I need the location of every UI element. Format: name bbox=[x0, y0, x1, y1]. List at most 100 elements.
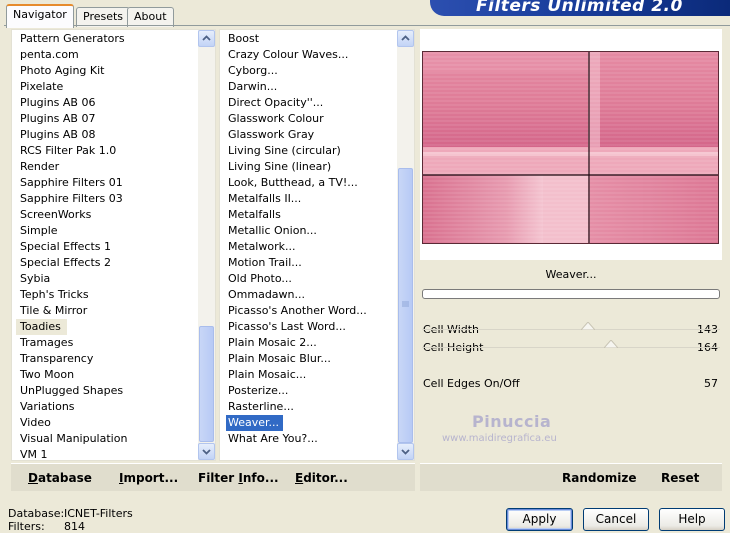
category-item[interactable]: Simple bbox=[12, 223, 198, 239]
category-item[interactable]: Pixelate bbox=[12, 79, 198, 95]
filter-info-button[interactable]: Filter Info... bbox=[198, 471, 279, 485]
category-scroll-up-button[interactable] bbox=[198, 30, 215, 47]
category-item[interactable]: Photo Aging Kit bbox=[12, 63, 198, 79]
randomize-button[interactable]: Randomize bbox=[562, 471, 636, 485]
filter-item[interactable]: What Are You?... bbox=[220, 431, 397, 447]
filter-row: Glasswork Colour bbox=[220, 111, 397, 127]
category-list[interactable]: Pattern Generators penta.com Photo Aging K… bbox=[11, 29, 216, 461]
filter-item[interactable]: Posterize... bbox=[220, 383, 397, 399]
filter-item[interactable]: Direct Opacity''... bbox=[220, 95, 397, 111]
category-item[interactable]: Sapphire Filters 03 bbox=[12, 191, 198, 207]
filter-item[interactable]: Metalfalls II... bbox=[220, 191, 397, 207]
category-row: Two Moon bbox=[12, 367, 198, 383]
filter-scroll-thumb[interactable] bbox=[398, 168, 413, 443]
tab-presets[interactable]: Presets bbox=[76, 7, 131, 27]
filter-scroll-up-button[interactable] bbox=[397, 30, 414, 47]
button-label: atabase bbox=[37, 471, 92, 485]
filter-item[interactable]: Weaver... bbox=[226, 415, 284, 431]
category-item[interactable]: Plugins AB 07 bbox=[12, 111, 198, 127]
filter-item[interactable]: Metallic Onion... bbox=[220, 223, 397, 239]
filter-row: Plain Mosaic 2... bbox=[220, 335, 397, 351]
category-item[interactable]: Pattern Generators bbox=[12, 31, 198, 47]
filter-item[interactable]: Old Photo... bbox=[220, 271, 397, 287]
chevron-up-icon bbox=[401, 35, 410, 41]
help-button[interactable]: Help bbox=[659, 508, 725, 531]
category-item[interactable]: Render bbox=[12, 159, 198, 175]
filter-item[interactable]: Look, Butthead, a TV!... bbox=[220, 175, 397, 191]
filter-item[interactable]: Cyborg... bbox=[220, 63, 397, 79]
category-item[interactable]: Visual Manipulation bbox=[12, 431, 198, 447]
category-row: Render bbox=[12, 159, 198, 175]
apply-button[interactable]: Apply bbox=[506, 508, 573, 531]
category-item[interactable]: ScreenWorks bbox=[12, 207, 198, 223]
filter-list[interactable]: Boost Crazy Colour Waves... Cyborg... Darwi… bbox=[219, 29, 415, 461]
category-item[interactable]: Tramages bbox=[12, 335, 198, 351]
filter-row: Ommadawn... bbox=[220, 287, 397, 303]
category-item[interactable]: Two Moon bbox=[12, 367, 198, 383]
param-row-empty bbox=[420, 411, 722, 429]
filter-item[interactable]: Plain Mosaic Blur... bbox=[220, 351, 397, 367]
cancel-button[interactable]: Cancel bbox=[583, 508, 649, 531]
category-item[interactable]: Plugins AB 06 bbox=[12, 95, 198, 111]
category-item[interactable]: VM 1 bbox=[12, 447, 198, 460]
param-row-empty bbox=[420, 393, 722, 411]
filter-item[interactable]: Picasso's Last Word... bbox=[220, 319, 397, 335]
list-action-bar: Database Import... Filter Info... Editor… bbox=[11, 463, 415, 491]
category-row: RCS Filter Pak 1.0 bbox=[12, 143, 198, 159]
tab-about[interactable]: About bbox=[127, 7, 174, 27]
category-item[interactable]: Sapphire Filters 01 bbox=[12, 175, 198, 191]
category-item[interactable]: Toadies bbox=[16, 319, 67, 335]
filter-item[interactable]: Living Sine (linear) bbox=[220, 159, 397, 175]
cell-width-slider[interactable] bbox=[420, 321, 722, 339]
filter-item[interactable]: Rasterline... bbox=[220, 399, 397, 415]
filter-item[interactable]: Metalwork... bbox=[220, 239, 397, 255]
mnemonic: D bbox=[28, 471, 38, 485]
filter-scrollbar[interactable] bbox=[397, 30, 414, 460]
filter-item[interactable]: Metalfalls bbox=[220, 207, 397, 223]
slider-track bbox=[422, 347, 720, 348]
slider-thumb-icon[interactable] bbox=[581, 322, 596, 330]
category-scroll-down-button[interactable] bbox=[198, 443, 215, 460]
filter-item[interactable]: Darwin... bbox=[220, 79, 397, 95]
category-item[interactable]: Sybia bbox=[12, 271, 198, 287]
filter-row: Darwin... bbox=[220, 79, 397, 95]
category-item[interactable]: Variations bbox=[12, 399, 198, 415]
category-item[interactable]: UnPlugged Shapes bbox=[12, 383, 198, 399]
filter-row: Living Sine (circular) bbox=[220, 143, 397, 159]
category-item[interactable]: Tile & Mirror bbox=[12, 303, 198, 319]
category-item[interactable]: penta.com bbox=[12, 47, 198, 63]
filter-item[interactable]: Glasswork Colour bbox=[220, 111, 397, 127]
editor-button[interactable]: Editor... bbox=[295, 471, 348, 485]
category-item[interactable]: Video bbox=[12, 415, 198, 431]
filter-item[interactable]: Boost bbox=[220, 31, 397, 47]
import-button[interactable]: Import... bbox=[119, 471, 178, 485]
filter-item[interactable]: Plain Mosaic 2... bbox=[220, 335, 397, 351]
category-item[interactable]: Teph's Tricks bbox=[12, 287, 198, 303]
filter-row: Plain Mosaic... bbox=[220, 367, 397, 383]
cell-height-slider[interactable] bbox=[420, 339, 722, 357]
category-item[interactable]: Special Effects 1 bbox=[12, 239, 198, 255]
tab-navigator[interactable]: Navigator bbox=[6, 4, 74, 28]
chevron-up-icon bbox=[202, 35, 211, 41]
filter-item[interactable]: Motion Trail... bbox=[220, 255, 397, 271]
filter-item[interactable]: Picasso's Another Word... bbox=[220, 303, 397, 319]
database-button[interactable]: Database bbox=[28, 471, 92, 485]
filter-row: Motion Trail... bbox=[220, 255, 397, 271]
category-item[interactable]: Special Effects 2 bbox=[12, 255, 198, 271]
filter-item[interactable]: Living Sine (circular) bbox=[220, 143, 397, 159]
filter-item[interactable]: Crazy Colour Waves... bbox=[220, 47, 397, 63]
category-item[interactable]: RCS Filter Pak 1.0 bbox=[12, 143, 198, 159]
filter-item[interactable]: Glasswork Gray bbox=[220, 127, 397, 143]
slider-thumb-icon[interactable] bbox=[603, 340, 618, 348]
category-scrollbar[interactable] bbox=[198, 30, 215, 460]
reset-button[interactable]: Reset bbox=[661, 471, 699, 485]
progress-bar bbox=[422, 289, 720, 299]
category-item[interactable]: Plugins AB 08 bbox=[12, 127, 198, 143]
param-row-cell-edges[interactable]: Cell Edges On/Off 57 bbox=[420, 375, 722, 393]
preview-pane[interactable] bbox=[420, 29, 722, 260]
category-scroll-thumb[interactable] bbox=[199, 326, 214, 442]
category-item[interactable]: Transparency bbox=[12, 351, 198, 367]
filter-item[interactable]: Ommadawn... bbox=[220, 287, 397, 303]
filter-item[interactable]: Plain Mosaic... bbox=[220, 367, 397, 383]
filter-scroll-down-button[interactable] bbox=[397, 443, 414, 460]
